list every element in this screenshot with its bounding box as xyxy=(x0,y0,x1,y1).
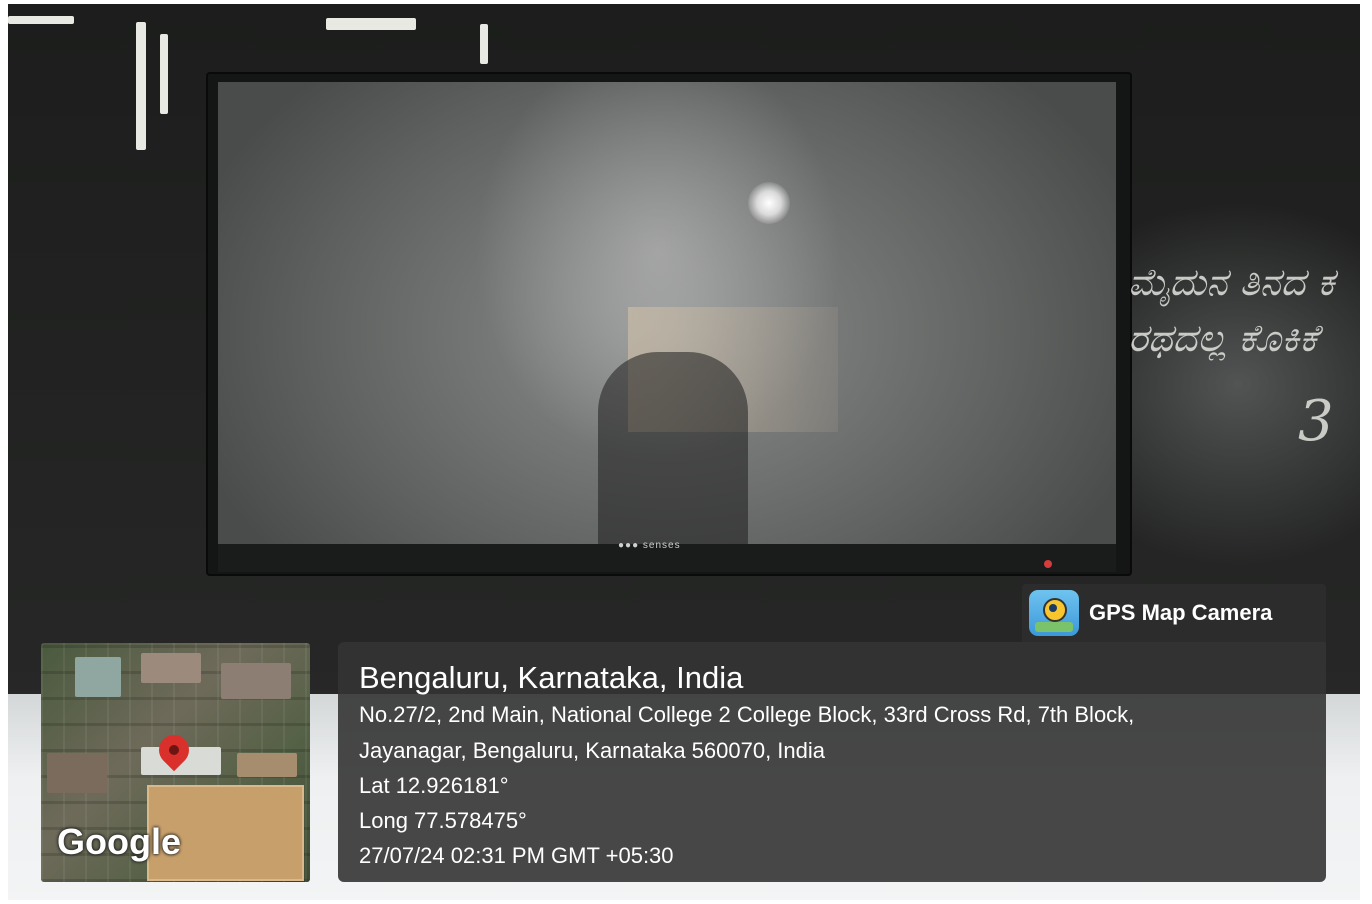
google-watermark: Google xyxy=(57,821,181,862)
handwriting-line-1: ಮೈದುನ ತಿನದ ಕ xyxy=(1128,260,1335,304)
place-title: Bengaluru, Karnataka, India xyxy=(359,660,744,695)
light-glare xyxy=(748,182,790,224)
timestamp: 27/07/24 02:31 PM GMT +05:30 xyxy=(359,843,674,868)
map-building xyxy=(75,657,121,697)
chalk-mark xyxy=(160,34,168,114)
person-reflection xyxy=(598,352,748,552)
chalk-mark xyxy=(136,22,146,150)
power-led xyxy=(1044,560,1052,568)
chalk-mark xyxy=(326,18,416,30)
handwriting-numeral: 3 xyxy=(1298,389,1334,454)
address-line-2: Jayanagar, Bengaluru, Karnataka 560070, … xyxy=(359,738,826,763)
map-building xyxy=(237,753,297,777)
longitude: Long 77.578475° xyxy=(359,808,527,833)
map-building xyxy=(47,753,107,793)
map-thumbnail: Google xyxy=(41,643,310,882)
location-info-card: Bengaluru, Karnataka, India No.27/2, 2nd… xyxy=(338,642,1326,882)
map-building xyxy=(141,653,201,683)
handwriting-line-2: ರಥದಲ್ಲ ಕೊಕಿಕೆ xyxy=(1128,316,1318,360)
tv-brand-logo: ●●● senses xyxy=(618,540,681,551)
app-badge: GPS Map Camera xyxy=(1022,584,1326,642)
gps-map-camera-icon xyxy=(1029,590,1079,636)
map-building xyxy=(221,663,291,699)
address-line-1: No.27/2, 2nd Main, National College 2 Co… xyxy=(359,702,1135,727)
latitude: Lat 12.926181° xyxy=(359,773,509,798)
tv-brand-text: senses xyxy=(642,540,681,551)
chalk-mark xyxy=(8,16,74,24)
chalk-handwriting: ಮೈದುನ ತಿನದ ಕ ರಥದಲ್ಲ ಕೊಕಿಕೆ 3 xyxy=(1128,254,1335,450)
chalk-mark xyxy=(480,24,488,64)
tv-screen xyxy=(218,82,1116,552)
app-name: GPS Map Camera xyxy=(1089,600,1273,625)
